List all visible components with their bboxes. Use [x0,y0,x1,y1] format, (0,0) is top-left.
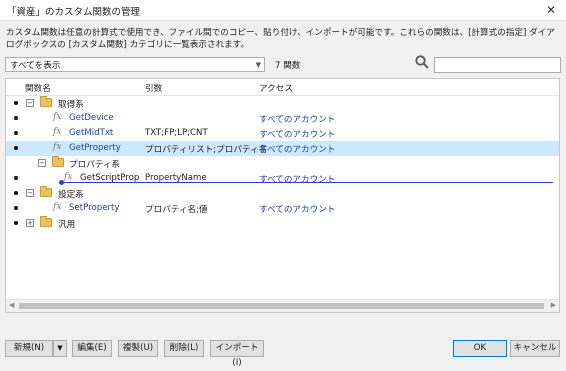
dialog-window: 「資産」のカスタム関数の管理 ✕ カスタム関数は任意の計算式で使用でき、ファイル… [0,0,566,368]
delete-button[interactable]: 削除(L) [164,340,204,357]
collapse-icon[interactable]: − [26,99,34,107]
function-name: GetProperty [69,143,121,153]
scroll-right-icon[interactable]: ▶ [551,301,556,309]
folder-row[interactable]: + 汎用 [6,216,559,231]
folder-icon [40,96,52,107]
scroll-left-icon[interactable]: ◀ [9,301,14,309]
function-list[interactable]: 関数名 引数 アクセス − 取得系 fx GetDevice すべてのアカウント… [5,78,560,313]
drag-handle-icon[interactable] [14,116,18,120]
fx-icon: fx [64,172,73,182]
filter-dropdown[interactable]: すべてを表示 ▼ [5,57,265,72]
horizontal-scrollbar[interactable]: ◀ ▶ [6,299,559,312]
function-access: すべてのアカウント [259,130,336,140]
chevron-down-icon: ▼ [255,61,261,69]
folder-icon [40,216,52,227]
function-access: すべてのアカウント [259,205,336,215]
function-name: GetMidTxt [69,128,114,138]
function-params: プロパティリスト;プロパティ名 [145,145,268,155]
drop-indicator-line [61,182,553,183]
folder-name: 汎用 [58,220,76,230]
folder-name: プロパティ系 [69,160,121,170]
title-bar: 「資産」のカスタム関数の管理 ✕ [0,0,566,21]
collapse-icon[interactable]: − [26,189,34,197]
drop-indicator-dot [59,180,64,185]
drag-handle-icon[interactable] [14,101,18,105]
function-row[interactable]: fx GetMidTxt TXT;FP;LP;CNT すべてのアカウント [6,126,559,141]
filter-selected-value: すべてを表示 [10,61,61,71]
function-row[interactable]: fx GetDevice すべてのアカウント [6,111,559,126]
column-header-name[interactable]: 関数名 [25,82,51,94]
function-access: すべてのアカウント [259,145,336,155]
search-icon [415,55,429,69]
folder-icon [40,186,52,197]
function-name: SetProperty [69,203,120,213]
drag-handle-icon[interactable] [14,176,18,180]
column-header-access[interactable]: アクセス [259,82,293,94]
folder-row[interactable]: − プロパティ系 [6,156,559,171]
function-access: すべてのアカウント [259,175,336,185]
drag-handle-icon[interactable] [14,206,18,210]
function-name: GetDevice [69,113,114,123]
drag-handle-icon[interactable] [14,146,18,150]
column-header-params[interactable]: 引数 [145,82,162,94]
ok-button[interactable]: OK [453,340,507,357]
fx-icon: fx [53,112,62,122]
fx-icon: fx [53,202,62,212]
function-params: TXT;FP;LP;CNT [145,128,208,138]
window-title: 「資産」のカスタム関数の管理 [7,7,141,18]
drag-handle-icon[interactable] [14,131,18,135]
function-access: すべてのアカウント [259,115,336,125]
function-params: プロパティ名;値 [145,205,208,215]
search-input[interactable] [434,57,561,73]
drag-handle-icon[interactable] [14,191,18,195]
folder-row[interactable]: − 設定系 [6,186,559,201]
close-icon[interactable]: ✕ [542,1,560,19]
function-row[interactable]: fx SetProperty プロパティ名;値 すべてのアカウント [6,201,559,216]
folder-row[interactable]: − 取得系 [6,96,559,111]
function-row[interactable]: fx GetScriptProperty PropertyName すべてのアカ… [6,171,559,186]
expand-icon[interactable]: + [26,219,34,227]
function-row-selected[interactable]: fx GetProperty プロパティリスト;プロパティ名 すべてのアカウント [6,141,559,156]
import-button[interactable]: インポート(I) [210,340,264,368]
folder-name: 取得系 [58,100,84,110]
drag-handle-icon[interactable] [14,221,18,225]
cancel-button[interactable]: キャンセル [510,340,560,357]
scrollbar-thumb[interactable] [19,303,544,309]
fx-icon: fx [53,127,62,137]
list-header: 関数名 引数 アクセス [6,79,559,96]
fx-icon: fx [53,142,62,152]
function-count: 7 関数 [275,61,301,71]
edit-button[interactable]: 編集(E) [72,340,112,357]
collapse-icon[interactable]: − [38,159,46,167]
description-text: カスタム関数は任意の計算式で使用でき、ファイル間でのコピー、貼り付け、インポート… [6,28,555,50]
new-dropdown-icon[interactable]: ▼ [53,340,67,357]
folder-name: 設定系 [58,190,84,200]
folder-icon [52,156,64,167]
duplicate-button[interactable]: 複製(U) [118,340,158,357]
new-button[interactable]: 新規(N) [5,340,53,357]
